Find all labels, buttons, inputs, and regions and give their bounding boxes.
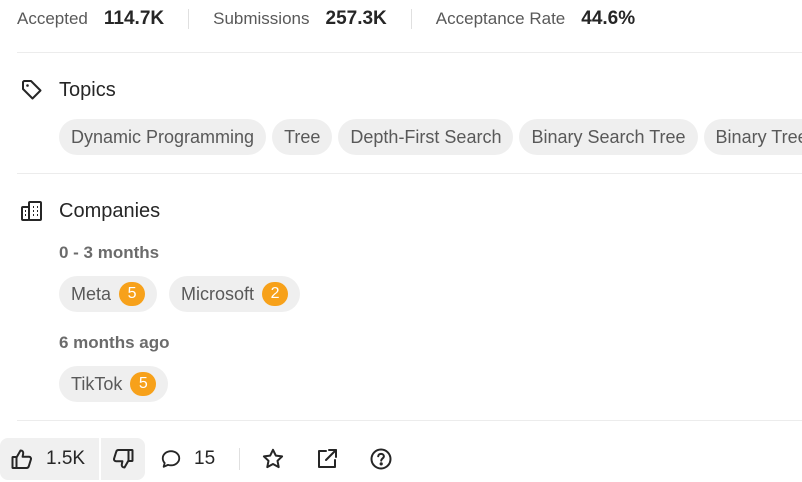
company-name: Microsoft — [181, 283, 255, 304]
star-icon — [261, 447, 285, 471]
company-tag-microsoft[interactable]: Microsoft 2 — [169, 276, 301, 312]
topic-tags: Dynamic Programming Tree Depth-First Sea… — [59, 119, 802, 155]
stat-accepted: Accepted 114.7K — [17, 8, 164, 30]
company-tag-meta[interactable]: Meta 5 — [59, 276, 158, 312]
period-label: 0 - 3 months — [59, 243, 160, 262]
company-tags: TikTok 5 — [59, 366, 169, 402]
count-badge: 5 — [119, 282, 146, 306]
stat-submissions: Submissions 257.3K — [213, 8, 387, 30]
topic-tag[interactable]: Depth-First Search — [338, 119, 514, 155]
stats-row: Accepted 114.7K Submissions 257.3K Accep… — [17, 0, 635, 38]
stat-label: Submissions — [213, 9, 310, 28]
company-name: TikTok — [71, 373, 123, 394]
topics-header[interactable]: Topics — [20, 78, 116, 102]
divider — [17, 173, 802, 174]
topic-tag[interactable]: Binary Search Tree — [519, 119, 698, 155]
help-icon — [369, 447, 393, 471]
companies-header[interactable]: Companies — [20, 199, 160, 223]
comments-button[interactable]: 15 — [160, 438, 215, 480]
stat-acceptance-rate: Acceptance Rate 44.6% — [436, 8, 635, 30]
vote-group: 1.5K — [0, 438, 146, 480]
period-label: 6 months ago — [59, 333, 170, 352]
upvote-button[interactable]: 1.5K — [0, 438, 99, 480]
section-title: Topics — [59, 78, 116, 101]
thumbs-down-icon — [111, 447, 135, 471]
company-name: Meta — [71, 283, 112, 304]
stat-divider — [188, 9, 190, 29]
comment-icon — [160, 448, 182, 470]
help-button[interactable] — [369, 438, 393, 480]
divider — [17, 52, 802, 53]
downvote-button[interactable] — [99, 438, 145, 480]
share-button[interactable] — [315, 438, 339, 480]
topic-tag[interactable]: Tree — [272, 119, 333, 155]
tag-icon — [20, 78, 44, 102]
stat-value: 114.7K — [103, 8, 165, 29]
count-badge: 5 — [130, 372, 157, 396]
stat-value: 44.6% — [581, 8, 636, 29]
thumbs-up-icon — [10, 447, 34, 471]
action-divider — [239, 448, 240, 470]
stat-label: Acceptance Rate — [435, 9, 566, 28]
building-icon — [20, 199, 44, 223]
company-tag-tiktok[interactable]: TikTok 5 — [59, 366, 169, 402]
topic-tag[interactable]: Binary Tree — [703, 119, 802, 155]
count-badge: 2 — [262, 282, 289, 306]
comment-count: 15 — [194, 448, 216, 469]
external-link-icon — [315, 447, 339, 471]
divider — [17, 420, 802, 421]
favorite-button[interactable] — [261, 438, 285, 480]
stat-value: 257.3K — [325, 8, 387, 29]
stat-label: Accepted — [17, 9, 88, 28]
stat-divider — [410, 9, 412, 29]
section-title: Companies — [59, 199, 161, 222]
topic-tag[interactable]: Dynamic Programming — [59, 119, 267, 155]
company-tags: Meta 5 Microsoft 2 — [59, 276, 301, 312]
like-count: 1.5K — [46, 448, 86, 469]
